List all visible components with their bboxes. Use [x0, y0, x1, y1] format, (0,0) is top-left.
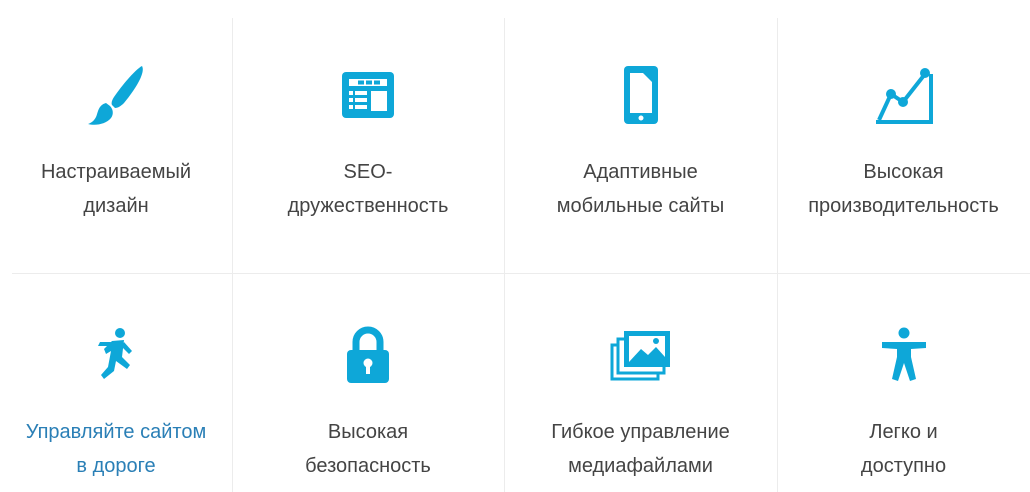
media-gallery-icon	[504, 320, 777, 390]
feature-label-line1: Легко и	[869, 421, 938, 443]
feature-label-line1: Высокая	[863, 161, 944, 183]
row-divider	[12, 273, 1030, 274]
mobile-phone-icon	[504, 60, 777, 130]
running-person-icon	[0, 320, 232, 390]
features-grid: Настраиваемый дизайн SEO- дружественност…	[0, 0, 1030, 492]
feature-label-line2: производительность	[808, 195, 999, 217]
feature-easy-accessible[interactable]: Легко и доступно	[777, 320, 1030, 492]
padlock-icon	[232, 320, 504, 390]
feature-label-line2: доступно	[860, 455, 947, 477]
line-chart-icon	[777, 60, 1030, 130]
paintbrush-icon	[0, 60, 232, 130]
accessibility-person-icon	[777, 320, 1030, 390]
feature-high-performance[interactable]: Высокая производительность	[777, 60, 1030, 260]
seo-layout-icon	[232, 60, 504, 130]
